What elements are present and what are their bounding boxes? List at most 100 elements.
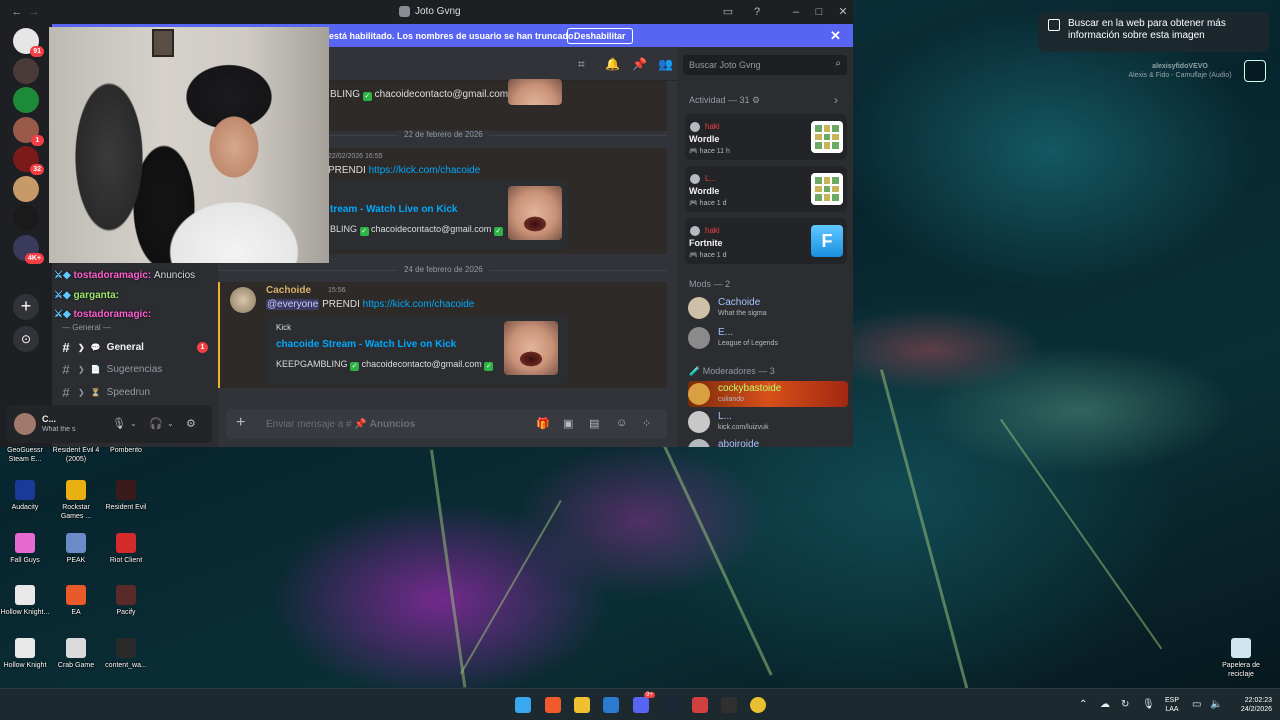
- minimize-icon[interactable]: –: [789, 5, 803, 19]
- message-composer[interactable]: + Enviar mensaje a # 📌 Anuncios 🎁 ▣ ▤ ☺ …: [226, 409, 667, 439]
- gif-icon[interactable]: ▣: [563, 417, 573, 430]
- pin-icon[interactable]: 📌: [632, 57, 647, 71]
- embed-title[interactable]: chacoide Stream - Watch Live on Kick: [276, 339, 456, 350]
- channel-category[interactable]: — General —: [62, 323, 111, 332]
- close-window-icon[interactable]: ✕: [836, 5, 850, 19]
- onedrive-icon[interactable]: ☁: [1100, 699, 1110, 710]
- mention-everyone[interactable]: @everyone: [266, 299, 320, 310]
- chevron-up-icon[interactable]: ⌃: [1079, 699, 1087, 710]
- back-icon[interactable]: ←: [10, 5, 24, 19]
- emoji-icon[interactable]: ☺: [616, 417, 627, 429]
- desktop-icon[interactable]: Papelera de reciclaje: [1216, 638, 1266, 679]
- server-icon[interactable]: [13, 57, 39, 84]
- gift-icon[interactable]: 🎁: [536, 417, 550, 430]
- obs-icon[interactable]: [721, 697, 737, 713]
- desktop-icon[interactable]: Resident Evil: [101, 480, 151, 512]
- channel-item[interactable]: # ❯ ⏳ Speedrun: [60, 382, 212, 402]
- avatar[interactable]: [230, 287, 256, 313]
- activity-time: 🎮 hace 1 d: [689, 200, 727, 207]
- display-icon[interactable]: ▭: [1192, 699, 1201, 710]
- member-item[interactable]: aboiroide: [688, 437, 848, 447]
- desktop-icon[interactable]: Audacity: [0, 480, 50, 512]
- sticker-icon[interactable]: ▤: [589, 417, 599, 430]
- message-link[interactable]: https://kick.com/chacoide: [369, 165, 481, 176]
- volume-icon[interactable]: 🔈: [1210, 699, 1222, 710]
- forward-icon[interactable]: →: [27, 5, 41, 19]
- file-explorer-icon[interactable]: [574, 697, 590, 713]
- server-icon[interactable]: 4K+: [13, 234, 44, 264]
- embed-provider: Kick: [276, 323, 292, 332]
- settings-gear-icon[interactable]: ⚙: [186, 417, 196, 430]
- activity-card[interactable]: L... Wordle 🎮 hace 1 d: [685, 166, 847, 212]
- notification-bell-icon[interactable]: 🔔: [605, 57, 620, 71]
- channel-item[interactable]: # ❯ 💬 General 1: [60, 337, 212, 357]
- threads-icon[interactable]: ⌗: [578, 57, 585, 72]
- discord-icon[interactable]: 9+: [633, 692, 655, 713]
- brave-icon[interactable]: [545, 697, 561, 713]
- attach-plus-icon[interactable]: +: [236, 414, 245, 432]
- desktop-icon-label: content_wa...: [105, 662, 147, 669]
- desktop-icon[interactable]: PEAK: [51, 533, 101, 565]
- desktop-icon[interactable]: EA: [51, 585, 101, 617]
- member-item[interactable]: cockybastoide culiando: [688, 381, 848, 407]
- microphone-icon[interactable]: 🎙: [1142, 699, 1155, 710]
- chevron-right-icon[interactable]: ›: [834, 93, 838, 107]
- sync-icon[interactable]: ↻: [1121, 699, 1129, 710]
- server-icon[interactable]: [13, 87, 39, 113]
- server-icon[interactable]: 91: [13, 28, 44, 57]
- desktop-icon[interactable]: GeoGuessr Steam E...: [0, 446, 50, 464]
- embed-thumbnail[interactable]: [508, 79, 562, 105]
- server-icon[interactable]: 32: [13, 146, 44, 175]
- contact-email: chacoidecontacto@gmail.com: [371, 224, 492, 234]
- activity-card[interactable]: haki Fortnite 🎮 hace 1 d F: [685, 218, 847, 264]
- avatar[interactable]: [14, 413, 36, 435]
- app-icon: [15, 480, 35, 500]
- message-link[interactable]: https://kick.com/chacoide: [363, 299, 475, 310]
- member-item[interactable]: L... kick.com/luizvuk: [688, 409, 848, 435]
- steam-icon[interactable]: [662, 697, 678, 713]
- calendar-icon[interactable]: [692, 697, 708, 713]
- discover-icon[interactable]: ⊙: [13, 326, 39, 352]
- search-input[interactable]: Buscar Joto Gvng ⌕: [683, 55, 847, 75]
- desktop-icon[interactable]: Rockstar Games ...: [51, 480, 101, 521]
- message-author[interactable]: Cachoide: [266, 285, 311, 296]
- member-item[interactable]: Cachoide What the sigma: [688, 295, 848, 321]
- embed-thumbnail[interactable]: [508, 186, 562, 240]
- server-icon[interactable]: [13, 175, 39, 202]
- desktop-icon[interactable]: Hollow Knight...: [0, 585, 50, 617]
- windows-icon[interactable]: [515, 697, 531, 713]
- language-indicator[interactable]: ESP LAA: [1160, 696, 1184, 714]
- help-icon[interactable]: ?: [750, 5, 764, 19]
- desktop-icon[interactable]: content_wa...: [101, 638, 151, 670]
- headphones-icon[interactable]: 🎧: [149, 417, 163, 430]
- bing-icon[interactable]: [603, 697, 619, 713]
- microphone-icon[interactable]: 🎙: [112, 417, 126, 430]
- embed-thumbnail[interactable]: [504, 321, 558, 375]
- lens-search-popup[interactable]: Buscar en la web para obtener más inform…: [1038, 12, 1270, 52]
- chevron-down-icon[interactable]: ⌄: [130, 419, 137, 428]
- chevron-down-icon[interactable]: ⌄: [167, 419, 174, 428]
- inbox-icon[interactable]: ▭: [721, 5, 735, 19]
- add-server-icon[interactable]: +: [13, 294, 39, 320]
- apps-icon[interactable]: ⁘: [642, 417, 651, 430]
- desktop-icon[interactable]: Pomberito: [101, 446, 151, 455]
- close-banner-icon[interactable]: ✕: [830, 28, 841, 44]
- activity-card[interactable]: haki Wordle 🎮 hace 11 h: [685, 114, 847, 160]
- channel-item[interactable]: # ❯ 📄 Sugerencias: [60, 360, 212, 380]
- desktop-icon[interactable]: Riot Client: [101, 533, 151, 565]
- member-item[interactable]: E... League of Legends: [688, 325, 848, 351]
- desktop-icon[interactable]: Hollow Knight: [0, 638, 50, 670]
- server-icon[interactable]: [13, 205, 39, 231]
- server-icon[interactable]: 1: [13, 116, 44, 146]
- embed-title[interactable]: tream - Watch Live on Kick: [330, 204, 457, 215]
- desktop-icon[interactable]: Fall Guys: [0, 533, 50, 565]
- clock[interactable]: 22:02:23 24/2/2026: [1226, 696, 1272, 714]
- desktop-icon[interactable]: Crab Game: [51, 638, 101, 670]
- lens-capture-icon[interactable]: [1244, 60, 1266, 82]
- desktop-icon[interactable]: Resident Evil 4 (2005): [51, 446, 101, 464]
- member-list-icon[interactable]: 👥: [658, 57, 673, 71]
- desktop-icon[interactable]: Pacify: [101, 585, 151, 617]
- chrome-icon[interactable]: [750, 697, 766, 713]
- maximize-icon[interactable]: □: [812, 5, 826, 19]
- disable-button[interactable]: Deshabilitar: [567, 28, 633, 44]
